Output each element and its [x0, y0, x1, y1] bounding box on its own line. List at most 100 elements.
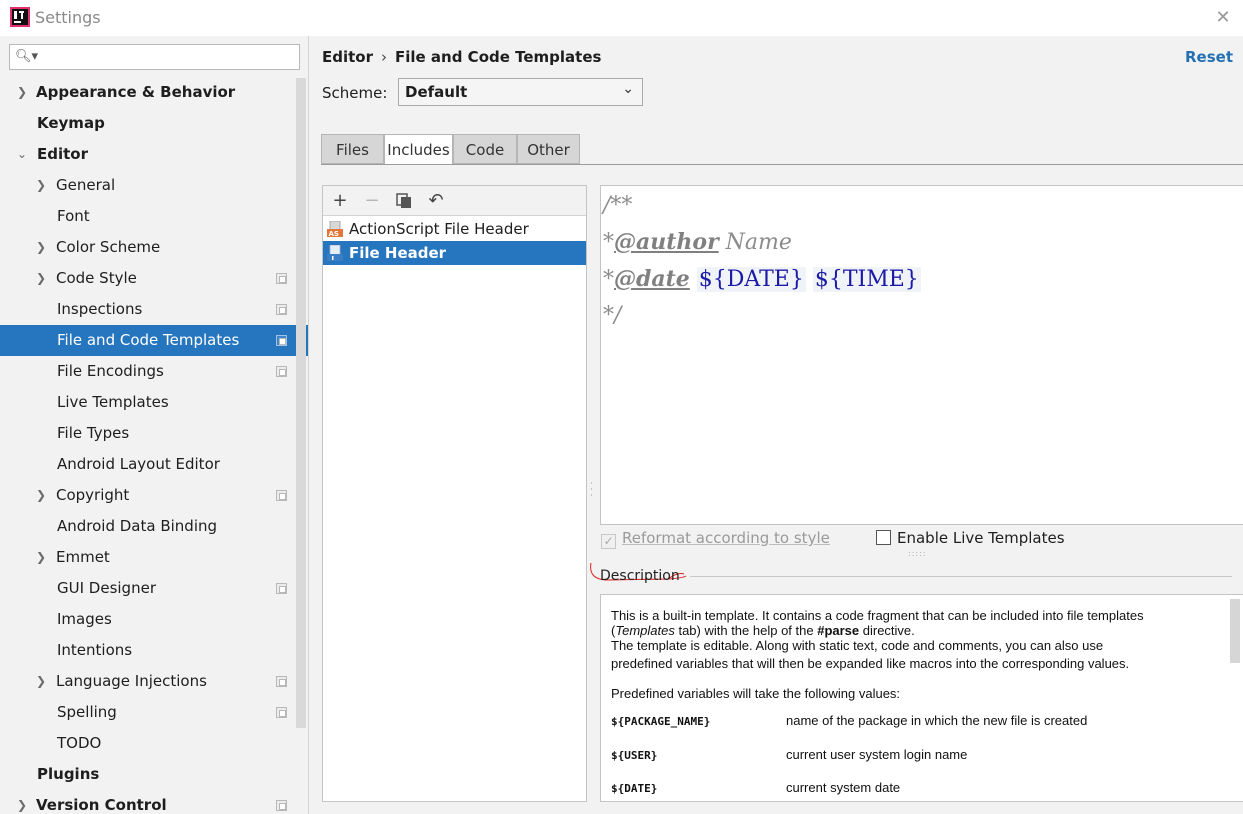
chevron-right-icon[interactable]: ❯ — [34, 480, 48, 511]
scheme-dropdown[interactable]: Default ⌄ — [398, 78, 643, 106]
chevron-right-icon[interactable]: ❯ — [34, 170, 48, 201]
sidebar-item-copyright[interactable]: ❯ Copyright — [0, 480, 308, 511]
reformat-checkbox[interactable]: ✓ Reformat according to style — [601, 529, 830, 549]
close-window-button[interactable]: ✕ — [1211, 6, 1235, 30]
sidebar-item-spelling[interactable]: Spelling — [0, 697, 308, 728]
sidebar-item-general[interactable]: ❯ General — [0, 170, 308, 201]
intellij-app-icon — [10, 7, 30, 27]
project-scope-icon — [276, 800, 287, 811]
sidebar-item-label: TODO — [57, 734, 102, 752]
settings-sidebar: 🔍︎▾ ❯ Appearance & Behavior Keymap ⌄ Edi… — [0, 36, 309, 814]
breadcrumb-current: File and Code Templates — [395, 48, 602, 66]
sidebar-item-editor[interactable]: ⌄ Editor — [0, 139, 308, 170]
sidebar-item-appearance-behavior[interactable]: ❯ Appearance & Behavior — [0, 77, 308, 108]
template-name: File Header — [349, 244, 447, 262]
chevron-right-icon[interactable]: ❯ — [34, 232, 48, 263]
sidebar-item-label: General — [56, 176, 116, 194]
chevron-right-icon[interactable]: ❯ — [34, 263, 48, 294]
description-text: This is a built-in template. It contains… — [611, 608, 1144, 623]
include-file-icon — [327, 245, 343, 261]
template-item-actionscript-file-header[interactable]: AS ActionScript File Header — [323, 217, 586, 241]
scheme-value: Default — [405, 83, 468, 101]
sidebar-item-file-encodings[interactable]: File Encodings — [0, 356, 308, 387]
remove-icon[interactable]: − — [361, 190, 383, 212]
reset-template-icon[interactable]: ↶ — [425, 190, 447, 212]
sidebar-item-intentions[interactable]: Intentions — [0, 635, 308, 666]
sidebar-item-file-and-code-templates[interactable]: File and Code Templates — [0, 325, 308, 356]
resize-handle[interactable]: ::::: — [908, 549, 926, 558]
project-scope-icon — [276, 676, 287, 687]
sidebar-item-emmet[interactable]: ❯ Emmet — [0, 542, 308, 573]
tab-code[interactable]: Code — [453, 134, 517, 164]
sidebar-item-font[interactable]: Font — [0, 201, 308, 232]
window-title: Settings — [35, 8, 101, 27]
sidebar-item-label: Appearance & Behavior — [36, 83, 236, 101]
chevron-right-icon[interactable]: ❯ — [15, 790, 29, 814]
chevron-right-icon[interactable]: ❯ — [34, 542, 48, 573]
tab-includes[interactable]: Includes — [384, 134, 453, 165]
template-code-editor[interactable]: /** *@author Name *@date ${DATE} ${TIME}… — [600, 185, 1243, 525]
code-variable: ${DATE} — [696, 267, 806, 292]
sidebar-item-label: File Types — [57, 424, 130, 442]
sidebar-item-label: Spelling — [57, 703, 117, 721]
template-list-toolbar: + − ↶ — [323, 186, 586, 216]
description-scrollbar[interactable] — [1230, 599, 1240, 663]
code-line: /** — [603, 193, 633, 218]
tab-other[interactable]: Other — [517, 134, 580, 164]
code-line: *@date ${DATE} ${TIME} — [603, 262, 921, 296]
sidebar-item-label: Font — [57, 207, 90, 225]
sidebar-item-label: Color Scheme — [56, 238, 161, 256]
sidebar-item-plugins[interactable]: Plugins — [0, 759, 308, 790]
chevron-down-icon[interactable]: ⌄ — [15, 139, 29, 170]
project-scope-icon — [276, 707, 287, 718]
sidebar-item-inspections[interactable]: Inspections — [0, 294, 308, 325]
actionscript-file-icon: AS — [327, 221, 343, 237]
add-icon[interactable]: + — [329, 190, 351, 212]
description-text: (Templates tab) with the help of the #pa… — [611, 623, 1221, 639]
sidebar-item-language-injections[interactable]: ❯ Language Injections — [0, 666, 308, 697]
text-fragment: Templates — [615, 623, 675, 638]
breadcrumb: Editor › File and Code Templates — [322, 48, 601, 66]
enable-live-templates-checkbox[interactable]: Enable Live Templates — [876, 529, 1065, 547]
template-list-panel: + − ↶ AS ActionScript File Header File H… — [322, 185, 587, 802]
sidebar-item-gui-designer[interactable]: GUI Designer — [0, 573, 308, 604]
sidebar-item-code-style[interactable]: ❯ Code Style — [0, 263, 308, 294]
sidebar-item-label: Keymap — [37, 114, 105, 132]
code-doc-tag: @author — [614, 229, 719, 255]
reset-link[interactable]: Reset — [1185, 48, 1233, 66]
description-text: predefined variables that will then be e… — [611, 656, 1130, 671]
sidebar-item-color-scheme[interactable]: ❯ Color Scheme — [0, 232, 308, 263]
sidebar-item-android-data-binding[interactable]: Android Data Binding — [0, 511, 308, 542]
sidebar-item-label: Copyright — [56, 486, 130, 504]
code-line: */ — [603, 303, 622, 328]
chevron-down-icon: ⌄ — [622, 81, 634, 97]
sidebar-item-live-templates[interactable]: Live Templates — [0, 387, 308, 418]
search-icon: 🔍︎▾ — [15, 49, 39, 64]
sidebar-item-file-types[interactable]: File Types — [0, 418, 308, 449]
sidebar-item-images[interactable]: Images — [0, 604, 308, 635]
sidebar-item-label: Editor — [37, 145, 88, 163]
checkbox-box — [876, 530, 891, 545]
copy-icon[interactable] — [393, 190, 415, 212]
sidebar-item-label: File Encodings — [57, 362, 164, 380]
chevron-right-icon[interactable]: ❯ — [34, 666, 48, 697]
sidebar-item-todo[interactable]: TODO — [0, 728, 308, 759]
splitter-handle[interactable]: · · · — [590, 480, 596, 501]
sidebar-item-android-layout-editor[interactable]: Android Layout Editor — [0, 449, 308, 480]
settings-search-input[interactable]: 🔍︎▾ — [9, 44, 300, 70]
sidebar-item-keymap[interactable]: Keymap — [0, 108, 308, 139]
code-comment: * — [603, 267, 614, 292]
project-scope-icon — [276, 583, 287, 594]
sidebar-item-label: Version Control — [36, 796, 167, 814]
description-text: Predefined variables will take the follo… — [611, 686, 901, 701]
variable-name: ${USER} — [611, 749, 658, 762]
template-item-file-header[interactable]: File Header — [323, 241, 586, 265]
tab-files[interactable]: Files — [321, 134, 384, 164]
sidebar-item-version-control[interactable]: ❯ Version Control — [0, 790, 308, 814]
project-scope-icon — [276, 304, 287, 315]
variable-description: name of the package in which the new fil… — [786, 713, 1088, 728]
sidebar-scrollbar[interactable] — [296, 78, 306, 728]
sidebar-item-label: Images — [57, 610, 112, 628]
description-text: The template is editable. Along with sta… — [611, 638, 1104, 653]
chevron-right-icon[interactable]: ❯ — [15, 77, 29, 108]
